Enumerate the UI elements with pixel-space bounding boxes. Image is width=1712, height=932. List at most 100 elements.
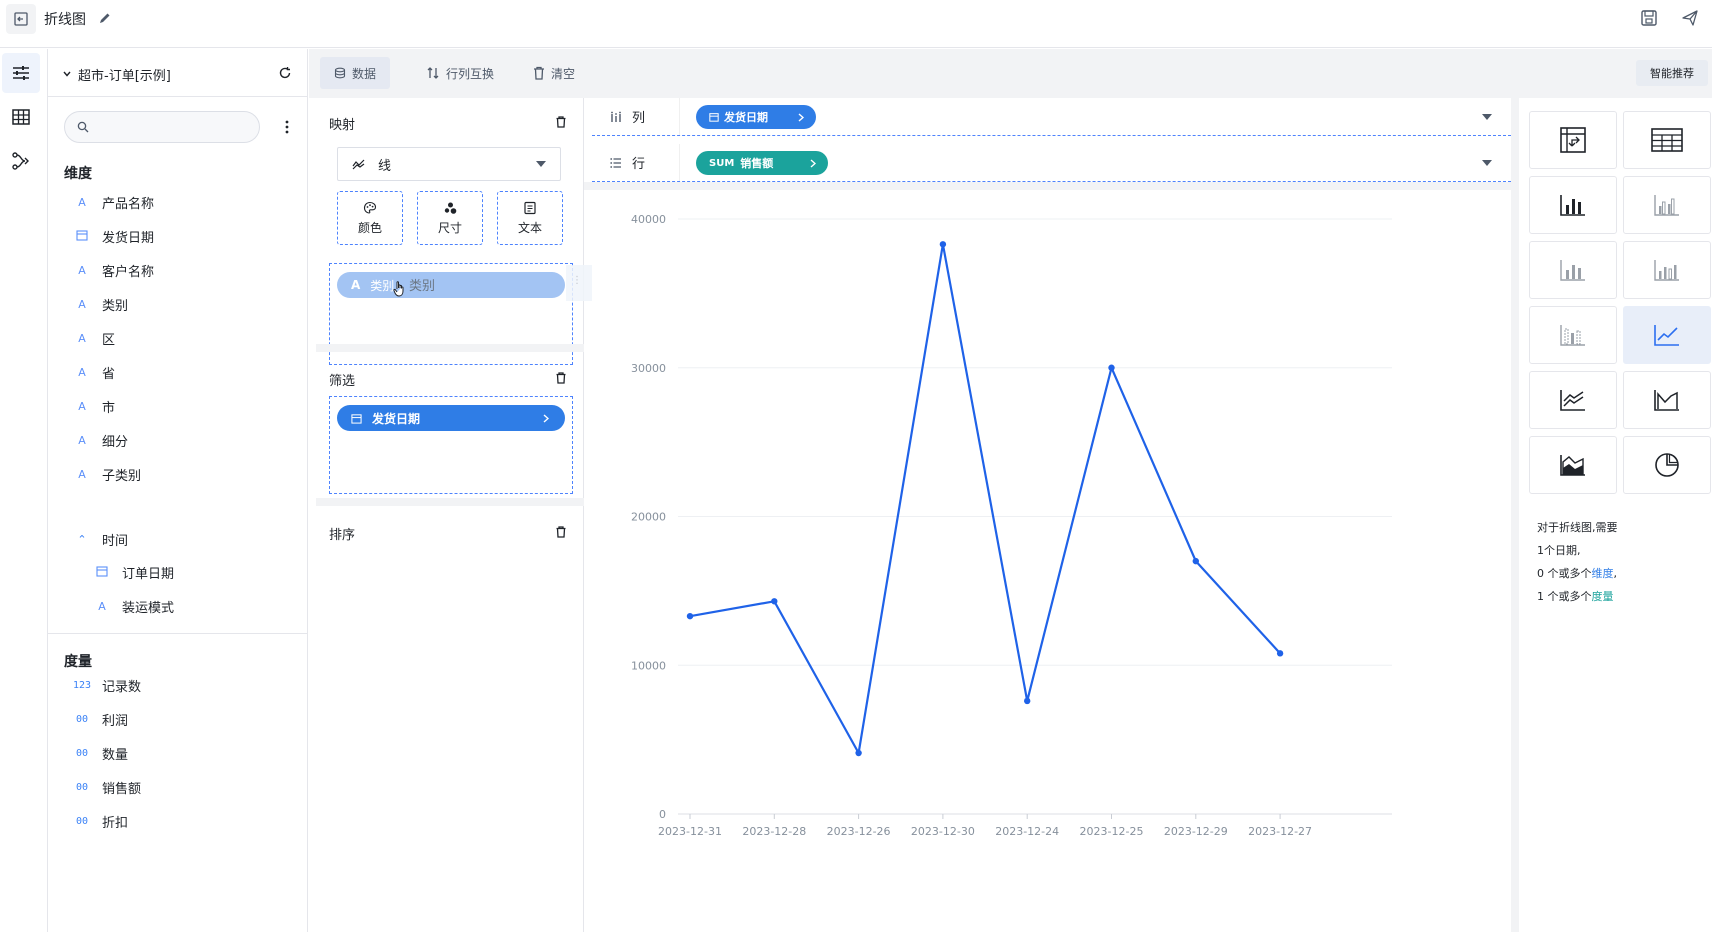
dimension-field[interactable]: A区: [72, 326, 115, 350]
dataset-header[interactable]: 超市-订单[示例]: [48, 49, 307, 97]
size-icon: [444, 202, 457, 214]
divider: [48, 633, 307, 634]
filter-pill-label: 发货日期: [372, 411, 421, 426]
rows-shelf[interactable]: 行 SUM 销售额: [592, 144, 1511, 182]
dragging-pill-label: 类别: [370, 278, 395, 293]
chart-type-dot-bar[interactable]: [1529, 306, 1617, 364]
measure-field[interactable]: 00 销售额: [72, 775, 141, 799]
dimension-field[interactable]: A省: [72, 360, 115, 384]
rail-flow-button[interactable]: [2, 141, 40, 181]
field-label: 折扣: [102, 815, 129, 831]
field-label: 子类别: [102, 468, 142, 484]
trash-icon[interactable]: [556, 372, 566, 384]
chart-type-select[interactable]: 线: [337, 147, 561, 181]
percent-bar-icon: [1654, 260, 1679, 281]
measure-field[interactable]: 00 利润: [72, 707, 128, 731]
dimension-field[interactable]: A 子类别: [72, 462, 141, 486]
chart-type-table[interactable]: [1623, 111, 1711, 169]
hint-line4: 1 个或多个度量: [1537, 588, 1614, 604]
drag-ghost-label: 类别: [409, 279, 436, 294]
swap-button-label: 行列互换: [446, 66, 495, 81]
swap-button[interactable]: 行列互换: [412, 57, 508, 89]
left-rail: [0, 49, 48, 932]
dimension-link[interactable]: 维度: [1592, 567, 1614, 580]
dragging-pill[interactable]: A 类别: [337, 272, 565, 298]
data-point: [686, 612, 694, 620]
chart-type-multi-line[interactable]: [1529, 371, 1617, 429]
field-order-date[interactable]: 订单日期: [92, 560, 174, 584]
chart-type-pivot[interactable]: [1529, 111, 1617, 169]
chart-type-grouped-bar[interactable]: [1623, 176, 1711, 234]
chart-type-percent-bar[interactable]: [1623, 241, 1711, 299]
caret-down-icon[interactable]: [1482, 114, 1492, 120]
line-chart-icon: [1654, 325, 1679, 346]
save-icon[interactable]: [1640, 9, 1658, 27]
dimension-field[interactable]: A 客户名称: [72, 258, 154, 282]
clear-button[interactable]: 清空: [519, 57, 589, 89]
text-type-icon: A: [98, 599, 106, 613]
edit-icon[interactable]: [98, 11, 112, 25]
send-icon[interactable]: [1681, 9, 1699, 27]
y-tick-label: 20000: [631, 511, 666, 524]
rail-settings-button[interactable]: [2, 53, 40, 93]
dataset-name: 超市-订单[示例]: [78, 69, 171, 84]
chart-type-bar[interactable]: [1529, 176, 1617, 234]
x-tick-label: 2023-12-24: [995, 825, 1059, 838]
size-encoding[interactable]: 尺寸: [417, 191, 483, 245]
dimension-field[interactable]: A 产品名称: [72, 190, 154, 214]
dimension-field[interactable]: A 细分: [72, 428, 128, 452]
data-point: [855, 749, 862, 757]
dimension-field[interactable]: A 类别: [72, 292, 128, 316]
text-type-icon: A: [351, 278, 361, 292]
time-group[interactable]: ⌃ 时间: [72, 527, 128, 551]
measures-title: 度量: [64, 654, 92, 670]
fields-panel: 超市-订单[示例] 维度 A 产品名称 发货日期 A 客户名称 A 类别 A 区 A 省 A 市 A 细分 A…: [48, 49, 308, 932]
chart-type-stacked-bar[interactable]: [1529, 241, 1617, 299]
measure-link[interactable]: 度量: [1592, 590, 1614, 603]
color-encoding[interactable]: 颜色: [337, 191, 403, 245]
clear-button-label: 清空: [551, 66, 576, 81]
columns-shelf[interactable]: 列 发货日期: [592, 98, 1511, 136]
caret-down-icon[interactable]: [1482, 160, 1492, 166]
chart-type-line[interactable]: [1623, 306, 1711, 364]
text-type-icon: A: [78, 433, 86, 447]
text-type-icon: A: [78, 331, 86, 345]
rows-pill-agg: SUM: [709, 157, 735, 169]
columns-pill[interactable]: 发货日期: [696, 105, 816, 129]
more-icon[interactable]: [284, 119, 290, 135]
smart-recommend-button[interactable]: 智能推荐: [1636, 60, 1708, 86]
field-label: 装运模式: [122, 600, 175, 616]
trash-icon[interactable]: [556, 116, 566, 128]
refresh-icon[interactable]: [278, 66, 292, 80]
search-input[interactable]: [64, 111, 260, 143]
y-tick-label: 0: [659, 808, 666, 821]
data-button-label: 数据: [352, 66, 377, 81]
rows-shelf-label: 行: [592, 144, 680, 181]
rows-pill[interactable]: SUM 销售额: [696, 151, 828, 175]
chart-type-area[interactable]: [1623, 371, 1711, 429]
database-icon: [334, 67, 346, 79]
measure-field[interactable]: 00 折扣: [72, 809, 128, 833]
toolbar: 数据 行列互换 清空: [309, 49, 1712, 98]
chevron-up-icon: ⌃: [77, 532, 87, 546]
time-group-label: 时间: [102, 533, 129, 549]
measure-field[interactable]: 123 记录数: [72, 673, 141, 697]
chart-type-stacked-area[interactable]: [1529, 436, 1617, 494]
dimension-field[interactable]: A市: [72, 394, 115, 418]
stacked-area-icon: [1560, 455, 1585, 476]
hint-line1: 对于折线图,需要: [1537, 521, 1618, 534]
rail-table-button[interactable]: [2, 97, 40, 137]
area-chart-icon: [1654, 390, 1679, 411]
trash-icon[interactable]: [556, 526, 566, 538]
calendar-icon: [72, 229, 92, 244]
exit-button[interactable]: [6, 4, 36, 34]
field-ship-mode[interactable]: A 装运模式: [92, 594, 174, 618]
text-encoding[interactable]: 文本: [497, 191, 563, 245]
line-chart: 0 10000 20000 30000 40000 2023-12-31 2023-12-2…: [631, 213, 1392, 838]
chart-type-pie[interactable]: [1623, 436, 1711, 494]
dimension-field[interactable]: 发货日期: [72, 224, 154, 248]
data-button[interactable]: 数据: [320, 57, 391, 89]
measure-field[interactable]: 00 数量: [72, 741, 128, 765]
text-label: 文本: [517, 220, 542, 235]
filter-pill[interactable]: 发货日期: [337, 405, 565, 431]
